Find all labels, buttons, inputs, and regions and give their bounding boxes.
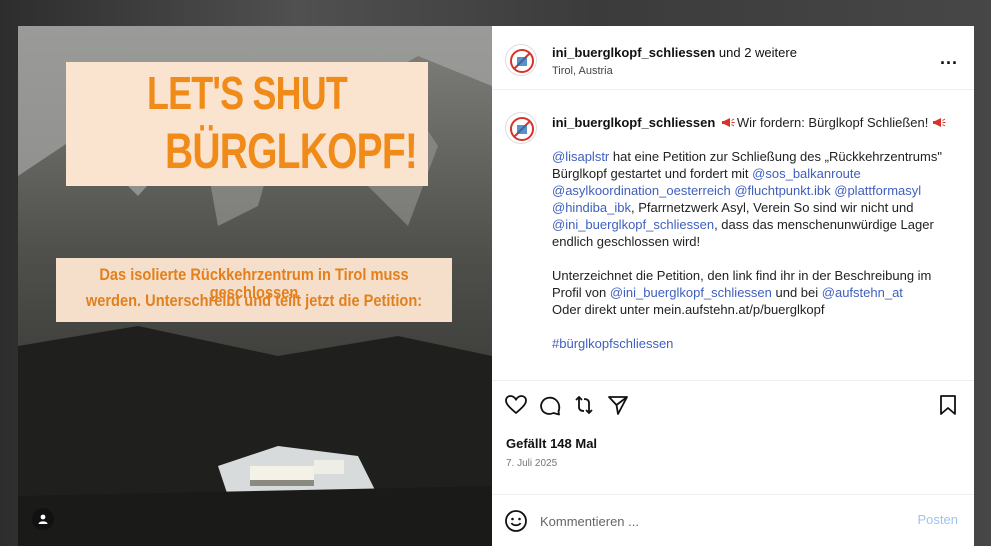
avatar[interactable] xyxy=(505,44,537,76)
mention-link[interactable]: @hindiba_ibk xyxy=(552,200,631,215)
mention-link[interactable]: @ini_buerglkopf_schliessen xyxy=(552,217,714,232)
post-modal: LET'S SHUT DOWN BÜRGLKOPF! Das isolierte… xyxy=(18,26,991,546)
mention-link[interactable]: @ini_buerglkopf_schliessen xyxy=(610,285,772,300)
headline-banner-2: BÜRGLKOPF! xyxy=(139,118,418,186)
caption-text-segment: hat eine Petition zur Schließung des „Rü… xyxy=(552,149,942,181)
coauthors-text[interactable]: und 2 weitere xyxy=(715,45,797,60)
mention-link[interactable]: @asylkoordination_oesterreich xyxy=(552,183,731,198)
post-location[interactable]: Tirol, Austria xyxy=(552,65,613,77)
subtext-line-2: werden. Unterschreibt und teilt jetzt di… xyxy=(85,291,423,310)
caption-text-segment: Oder direkt unter mein.aufstehn.at/p/bue… xyxy=(552,302,825,317)
post-author[interactable]: ini_buerglkopf_schliessen und 2 weitere xyxy=(552,45,797,60)
comment-input[interactable] xyxy=(540,511,900,531)
mention-link[interactable]: @aufstehn_at xyxy=(822,285,903,300)
repost-icon[interactable] xyxy=(572,393,596,417)
caption-paragraph-2: Unterzeichnet die Petition, den link fin… xyxy=(552,267,954,318)
post-date: 7. Juli 2025 xyxy=(506,458,558,469)
caption-text-segment: , Pfarrnetzwerk Asyl, Verein So sind wir… xyxy=(630,200,914,215)
subtext-banner: Das isolierte Rückkehrzentrum in Tirol m… xyxy=(56,258,452,322)
post-image[interactable]: LET'S SHUT DOWN BÜRGLKOPF! Das isolierte… xyxy=(18,26,492,546)
megaphone-icon xyxy=(933,118,946,127)
mention-link[interactable]: @lisaplstr xyxy=(552,149,609,164)
mention-link[interactable]: @plattformasyl xyxy=(834,183,921,198)
post-header: ini_buerglkopf_schliessen und 2 weitere … xyxy=(492,26,974,90)
mention-link[interactable]: @fluchtpunkt.ibk xyxy=(734,183,830,198)
comment-icon[interactable] xyxy=(538,393,562,417)
headline-line-2: BÜRGLKOPF! xyxy=(164,123,418,179)
mention-link[interactable]: @sos_balkanroute xyxy=(752,166,861,181)
share-icon[interactable] xyxy=(606,393,630,417)
heart-icon[interactable] xyxy=(504,393,528,417)
author-username[interactable]: ini_buerglkopf_schliessen xyxy=(552,45,715,60)
like-count[interactable]: Gefällt 148 Mal xyxy=(506,436,597,451)
bookmark-icon[interactable] xyxy=(936,393,960,417)
post-comment-button[interactable]: Posten xyxy=(918,512,958,527)
caption-avatar[interactable] xyxy=(505,112,537,144)
more-options-icon[interactable]: ... xyxy=(940,48,958,69)
profile-logo-icon xyxy=(510,117,534,141)
user-tag-icon[interactable] xyxy=(32,508,54,530)
caption-area: ini_buerglkopf_schliessen Wir fordern: B… xyxy=(492,90,974,380)
caption-username[interactable]: ini_buerglkopf_schliessen xyxy=(552,115,715,130)
megaphone-icon xyxy=(721,118,735,127)
post-detail-panel: ini_buerglkopf_schliessen und 2 weitere … xyxy=(492,26,974,546)
emoji-icon[interactable] xyxy=(504,509,528,533)
caption-text: ini_buerglkopf_schliessen Wir fordern: B… xyxy=(552,114,954,352)
caption-text-segment: und bei xyxy=(771,285,822,300)
person-icon xyxy=(38,514,48,524)
hashtag-link[interactable]: #bürglkopfschliessen xyxy=(552,335,954,352)
caption-intro-text: Wir fordern: Bürglkopf Schließen! xyxy=(736,115,929,130)
caption-intro: ini_buerglkopf_schliessen Wir fordern: B… xyxy=(552,114,954,131)
profile-logo-icon xyxy=(510,49,534,73)
action-bar xyxy=(492,380,974,426)
caption-paragraph-1: @lisaplstr hat eine Petition zur Schließ… xyxy=(552,148,954,250)
comment-bar: Posten xyxy=(492,494,974,546)
